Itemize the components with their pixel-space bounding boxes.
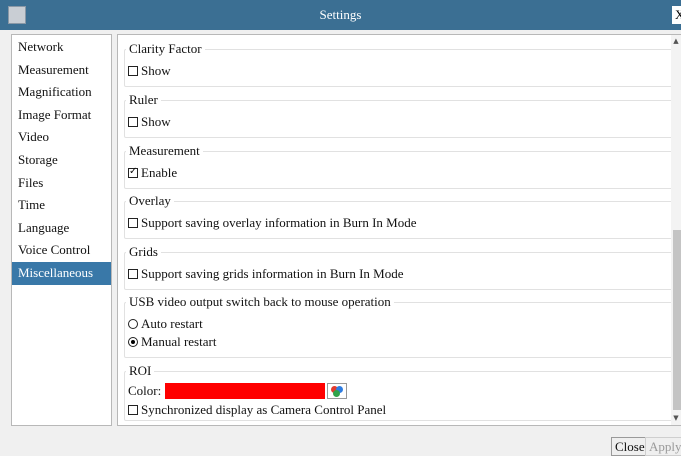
checkbox-label: Support saving overlay information in Bu… <box>141 215 417 230</box>
apply-button[interactable]: Apply <box>645 437 681 456</box>
settings-content-panel: Clarity Factor Show Ruler Show Measureme… <box>117 34 681 426</box>
checkbox-label: Enable <box>141 165 178 180</box>
overlay-group: Overlay Support saving overlay informati… <box>124 193 674 239</box>
scroll-down-arrow-icon[interactable]: ▼ <box>672 414 680 422</box>
grids-burn-in-checkbox[interactable]: Support saving grids information in Burn… <box>128 266 404 282</box>
roi-color-swatch[interactable] <box>165 383 326 399</box>
group-title: Ruler <box>126 92 161 108</box>
sidebar-item-image-format[interactable]: Image Format <box>12 104 111 127</box>
checkbox-icon <box>128 405 138 415</box>
sidebar-item-voice-control[interactable]: Voice Control <box>12 239 111 262</box>
overlay-burn-in-checkbox[interactable]: Support saving overlay information in Bu… <box>128 215 417 231</box>
radio-selected-icon <box>128 337 138 347</box>
sidebar-item-video[interactable]: Video <box>12 126 111 149</box>
sidebar-item-miscellaneous[interactable]: Miscellaneous <box>12 261 111 285</box>
grids-group: Grids Support saving grids information i… <box>124 244 674 290</box>
title-bar: Settings X <box>0 0 681 30</box>
clarity-factor-group: Clarity Factor Show <box>124 41 674 87</box>
clarity-show-checkbox[interactable]: Show <box>128 63 171 79</box>
scrollbar-thumb[interactable] <box>673 230 681 410</box>
sidebar-item-storage[interactable]: Storage <box>12 149 111 172</box>
sidebar-item-time[interactable]: Time <box>12 194 111 217</box>
ruler-group: Ruler Show <box>124 92 674 138</box>
checkbox-icon <box>128 218 138 228</box>
sync-display-checkbox[interactable]: Synchronized display as Camera Control P… <box>128 402 386 418</box>
sidebar-item-measurement[interactable]: Measurement <box>12 59 111 82</box>
checkbox-label: Synchronized display as Camera Control P… <box>141 402 387 417</box>
measurement-group: Measurement Enable <box>124 143 674 189</box>
close-button[interactable]: Close <box>611 437 649 456</box>
ruler-show-checkbox[interactable]: Show <box>128 114 171 130</box>
group-title: USB video output switch back to mouse op… <box>126 294 394 310</box>
checkbox-icon <box>128 117 138 127</box>
group-title: Grids <box>126 244 161 260</box>
measurement-enable-checkbox[interactable]: Enable <box>128 165 177 181</box>
sidebar-item-files[interactable]: Files <box>12 172 111 195</box>
manual-restart-radio[interactable]: Manual restart <box>128 334 216 350</box>
group-title: ROI <box>126 363 155 379</box>
group-title: Measurement <box>126 143 203 159</box>
checkbox-icon <box>128 66 138 76</box>
roi-group: ROI Color: Synchronized display as Camer… <box>124 363 674 421</box>
group-title: Overlay <box>126 193 174 209</box>
usb-output-group: USB video output switch back to mouse op… <box>124 294 674 358</box>
checkbox-label: Show <box>141 114 171 129</box>
color-label: Color: <box>128 383 162 398</box>
window-title: Settings <box>319 7 362 22</box>
radio-label: Manual restart <box>141 334 217 349</box>
radio-label: Auto restart <box>141 316 203 331</box>
window-close-button[interactable]: X <box>672 6 681 24</box>
checkbox-icon <box>128 269 138 279</box>
sidebar-item-network[interactable]: Network <box>12 36 111 59</box>
checkbox-checked-icon <box>128 166 138 178</box>
roi-color-row: Color: <box>128 383 348 399</box>
checkbox-label: Support saving grids information in Burn… <box>141 266 404 281</box>
group-title: Clarity Factor <box>126 41 205 57</box>
auto-restart-radio[interactable]: Auto restart <box>128 316 203 332</box>
scroll-up-arrow-icon[interactable]: ▲ <box>672 37 680 45</box>
sidebar-item-magnification[interactable]: Magnification <box>12 81 111 104</box>
sidebar-item-language[interactable]: Language <box>12 217 111 240</box>
color-picker-button[interactable] <box>327 383 348 399</box>
settings-category-list: Network Measurement Magnification Image … <box>11 34 112 426</box>
radio-icon <box>128 319 138 329</box>
checkbox-label: Show <box>141 63 171 78</box>
